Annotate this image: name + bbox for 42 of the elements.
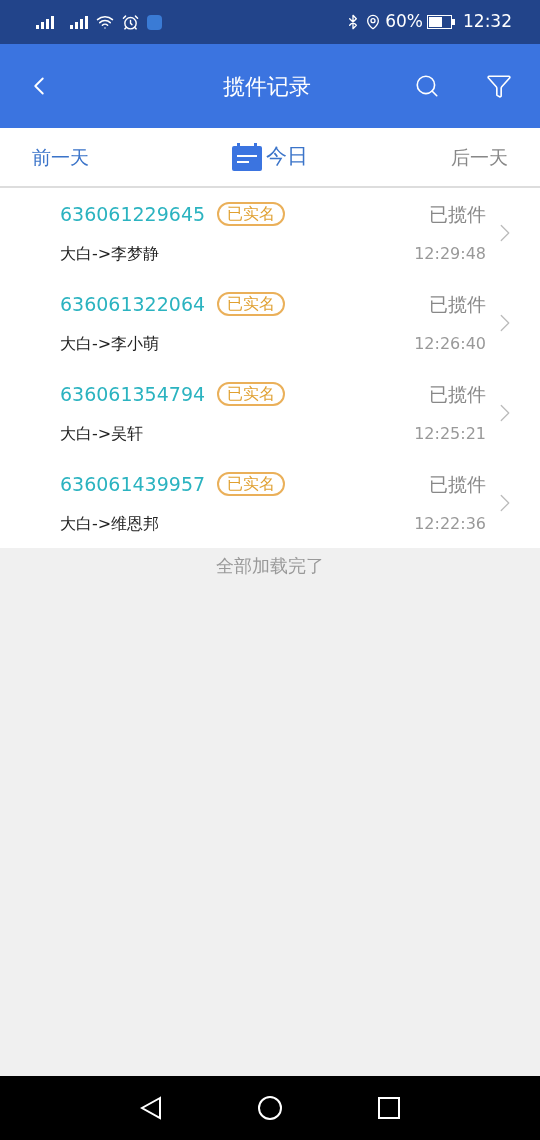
alarm-icon [122,13,139,31]
search-icon [414,73,440,99]
tracking-number: 636061354794 [60,381,206,407]
tracking-number: 636061439957 [60,471,206,497]
record-row[interactable]: 636061439957 已实名 已揽件 大白->维恩邦 12:22:36 [0,458,540,548]
pickup-time: 12:25:21 [414,423,486,446]
calendar-icon [232,143,262,171]
battery-icon [427,15,455,29]
pickup-status: 已揽件 [429,291,486,317]
today-button[interactable]: 今日 [232,141,308,173]
page-title: 揽件记录 [222,72,312,101]
record-row[interactable]: 636061229645 已实名 已揽件 大白->李梦静 12:29:48 [0,188,540,278]
pickup-status: 已揽件 [429,381,486,407]
pickup-status: 已揽件 [429,201,486,227]
recents-icon[interactable] [378,1097,400,1119]
app-icon [147,14,162,30]
previous-day-button[interactable]: 前一天 [32,142,89,172]
load-complete-note: 全部加载完了 [216,554,324,578]
record-row[interactable]: 636061322064 已实名 已揽件 大白->李小萌 12:26:40 [0,278,540,368]
pickup-time: 12:26:40 [414,333,486,356]
verified-tag: 已实名 [217,382,286,406]
verified-tag: 已实名 [217,472,286,496]
sender-recipient: 大白->李梦静 [60,243,160,266]
filter-icon [486,73,512,99]
sender-recipient: 大白->吴轩 [60,423,144,446]
verified-tag: 已实名 [217,202,286,226]
tracking-number: 636061229645 [60,201,206,227]
pickup-time: 12:22:36 [414,513,486,536]
back-icon[interactable] [140,1096,162,1120]
sender-recipient: 大白->维恩邦 [60,513,160,536]
clock: 12:32 [463,10,512,34]
home-icon[interactable] [257,1095,283,1121]
battery-percent: 60% [385,10,423,34]
pickup-status: 已揽件 [429,471,486,497]
next-day-button[interactable]: 后一天 [451,142,508,172]
record-row[interactable]: 636061354794 已实名 已揽件 大白->吴轩 12:25:21 [0,368,540,458]
location-icon [365,14,382,30]
verified-tag: 已实名 [217,292,286,316]
tracking-number: 636061322064 [60,291,206,317]
pickup-time: 12:29:48 [414,243,486,266]
sender-recipient: 大白->李小萌 [60,333,160,356]
wifi-icon [96,13,114,31]
